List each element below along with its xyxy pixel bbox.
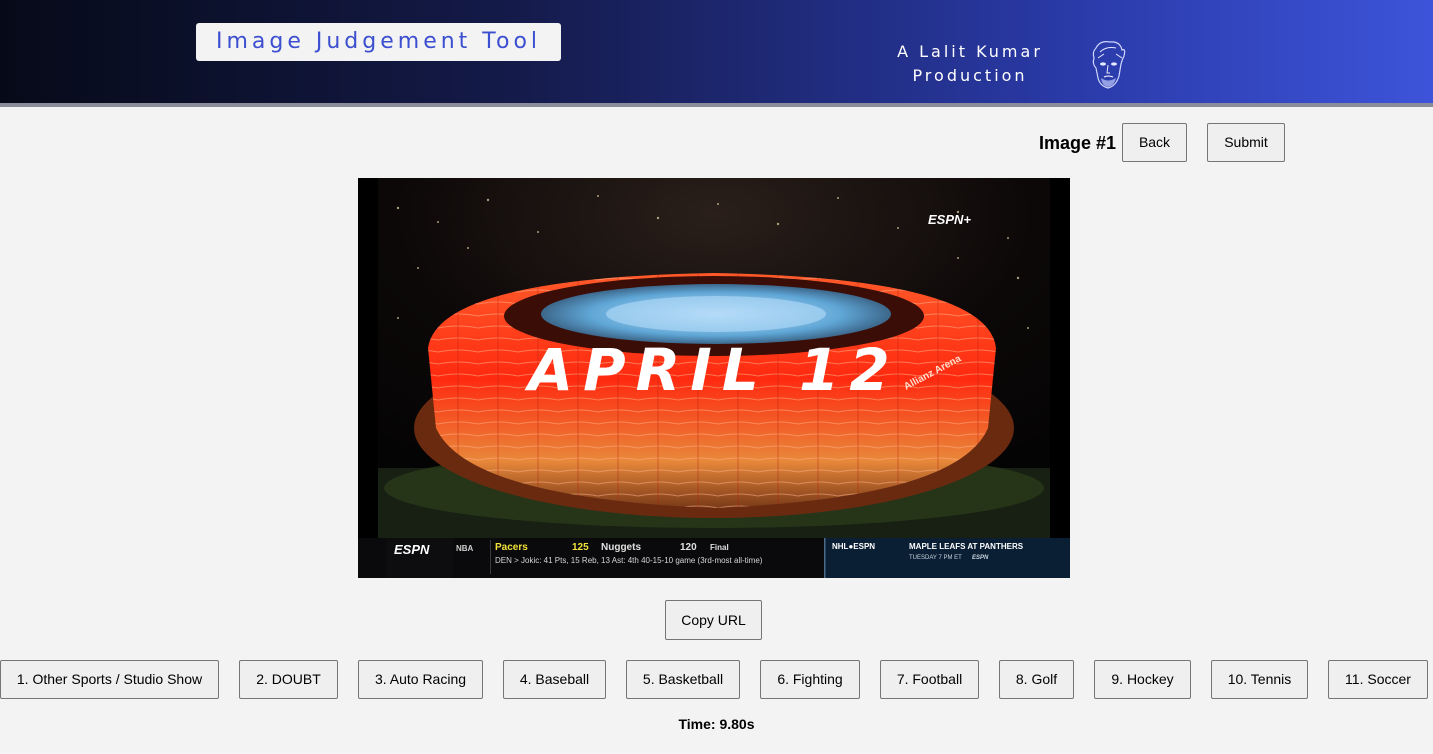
category-button-hockey[interactable]: 9. Hockey [1094, 660, 1191, 699]
back-button[interactable]: Back [1122, 123, 1187, 162]
submit-button[interactable]: Submit [1207, 123, 1285, 162]
category-button-doubt[interactable]: 2. DOUBT [239, 660, 338, 699]
ticker-score2: 120 [680, 542, 697, 553]
timer-text: Time: 9.80s [678, 716, 755, 732]
category-button-tennis[interactable]: 10. Tennis [1211, 660, 1308, 699]
app-title: Image Judgement Tool [196, 23, 561, 61]
ticker-brand: ESPN [394, 542, 430, 557]
category-button-soccer[interactable]: 11. Soccer [1328, 660, 1428, 699]
credit-text: A Lalit Kumar Production [880, 40, 1060, 88]
promo-title: MAPLE LEAFS AT PANTHERS [909, 542, 1024, 551]
credit-line-1: A Lalit Kumar [897, 42, 1043, 61]
category-button-basketball[interactable]: 5. Basketball [626, 660, 740, 699]
ticker-score1: 125 [572, 542, 589, 553]
category-button-auto-racing[interactable]: 3. Auto Racing [358, 660, 483, 699]
ticker-status: Final [710, 543, 729, 552]
score-ticker: ESPN NBA Pacers 125 Nuggets 120 Final DE… [358, 538, 1070, 578]
credit-line-2: Production [912, 66, 1028, 85]
app-header: Image Judgement Tool A Lalit Kumar Produ… [0, 0, 1433, 107]
portrait-sketch-icon [1086, 38, 1130, 94]
promo-network: ESPN [972, 555, 989, 561]
network-logo: ESPN+ [928, 212, 971, 227]
headline-text: APRIL 12 [524, 336, 900, 404]
ticker-line2: DEN > Jokic: 41 Pts, 15 Reb, 13 Ast: 4th… [495, 556, 763, 565]
ticker-league: NBA [456, 544, 474, 553]
judged-image: APRIL 12 Allianz Arena ESPN+ ESPN NBA Pa… [358, 178, 1070, 578]
category-button-fighting[interactable]: 6. Fighting [760, 660, 860, 699]
image-number-label: Image #1 [1038, 133, 1116, 153]
ticker-team1: Pacers [495, 542, 528, 553]
promo-brand: NHL●ESPN [832, 542, 875, 551]
category-button-baseball[interactable]: 4. Baseball [503, 660, 606, 699]
category-button-other-sports[interactable]: 1. Other Sports / Studio Show [0, 660, 219, 699]
ticker-team2: Nuggets [601, 542, 641, 553]
category-button-football[interactable]: 7. Football [880, 660, 979, 699]
copy-url-button[interactable]: Copy URL [665, 600, 762, 640]
category-button-golf[interactable]: 8. Golf [999, 660, 1074, 699]
promo-time: TUESDAY 7 PM ET [909, 555, 962, 561]
